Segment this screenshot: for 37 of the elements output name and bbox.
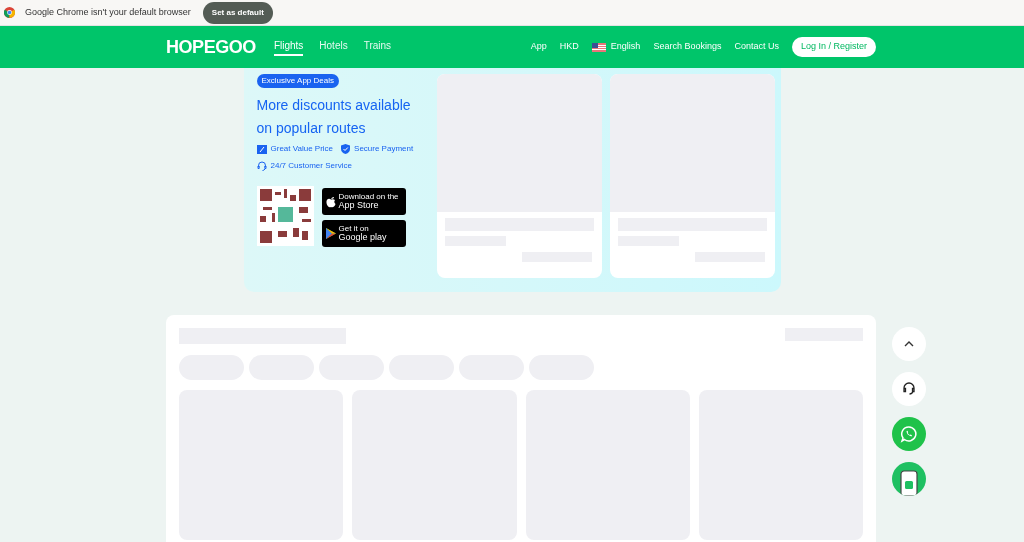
deal-badge: Exclusive App Deals [256,74,339,88]
phone-icon [900,470,918,496]
qr-code [256,186,314,246]
feature-label: 24/7 Customer Service [270,160,352,172]
nav-link[interactable]: App [530,40,547,54]
badge-store-name: Google play [338,233,387,242]
shield-icon [341,144,351,154]
nav-tab[interactable]: Flights [273,38,304,56]
feature-label: Great Value Price [270,143,334,155]
app-store-badge[interactable]: Download on the App Store [321,188,406,215]
login-button[interactable]: Log In / Register [791,37,876,57]
apple-icon [325,195,336,208]
chrome-logo-icon [4,7,15,18]
infobar-message: Google Chrome isn't your default browser [25,5,191,19]
badge-caption: Get it on [338,225,370,233]
promo-title: More discounts available on popular routes [256,96,412,138]
nav-link[interactable]: Contact Us [734,40,779,54]
nav-link[interactable]: Search Bookings [653,40,722,54]
nav-link[interactable]: HKD [559,40,579,54]
flag-icon [591,42,606,52]
chat-phone-icon [900,425,918,443]
play-icon [325,228,336,239]
discount-icon [256,144,267,154]
feature-label: Secure Payment [354,143,414,155]
google-play-badge[interactable]: Get it on Google play [321,220,406,247]
language-selector[interactable]: English [591,40,641,54]
logo[interactable]: HOPEGOO [166,33,256,61]
badge-caption: Download on the [338,193,399,201]
badge-store-name: App Store [338,201,380,210]
nav-tab[interactable]: Hotels [319,38,348,56]
support-button[interactable] [892,372,926,406]
nav-tab[interactable]: Trains [363,38,392,56]
caret-up-icon [904,341,914,347]
app-download-button[interactable] [892,462,926,496]
set-default-button[interactable]: Set as default [202,1,273,24]
headset-icon [256,161,267,171]
headset-icon [902,382,916,396]
